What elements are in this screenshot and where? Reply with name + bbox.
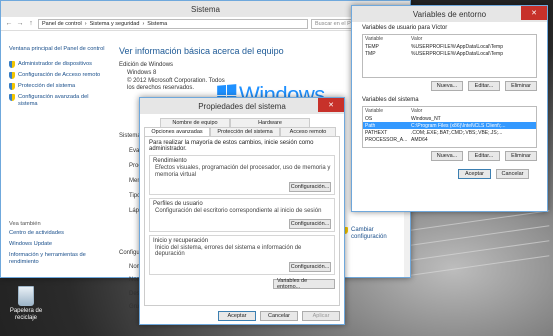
system-title: Sistema bbox=[191, 4, 220, 14]
env-vars-button[interactable]: Variables de entorno... bbox=[273, 278, 335, 290]
admin-note: Para realizar la mayoría de estos cambio… bbox=[149, 140, 314, 152]
system-delete-button[interactable]: Eliminar bbox=[505, 151, 537, 161]
user-profiles-group: Perfiles de usuario Configuración del es… bbox=[149, 198, 335, 232]
props-title: Propiedades del sistema bbox=[198, 101, 286, 111]
tab-hardware[interactable]: Hardware bbox=[230, 118, 310, 127]
see-also-label: Vea también bbox=[9, 221, 41, 227]
see-also-links: Centro de actividades Windows Update Inf… bbox=[9, 230, 111, 270]
system-edit-button[interactable]: Editar... bbox=[468, 151, 500, 161]
breadcrumb-item[interactable]: Sistema bbox=[147, 21, 167, 27]
env-titlebar: Variables de entorno ✕ bbox=[352, 6, 547, 22]
system-vars-table: Variable Valor OS Windows_NT Path C:\Progra… bbox=[362, 106, 537, 148]
change-settings-link[interactable]: Cambiar configuración bbox=[342, 227, 391, 241]
system-properties-dialog: Propiedades del sistema ✕ Nombre de equi… bbox=[139, 97, 345, 325]
env-cancel-button[interactable]: Cancelar bbox=[496, 169, 529, 179]
wallpaper-strings bbox=[410, 210, 550, 330]
system-titlebar: Sistema bbox=[1, 1, 410, 17]
table-row-selected[interactable]: Path C:\Program Files (x86)\Intel\iCLS Cl… bbox=[363, 122, 536, 129]
breadcrumb-item[interactable]: Panel de control bbox=[42, 21, 82, 27]
recycle-bin[interactable]: Papelera de reciclaje bbox=[6, 286, 46, 322]
tab-advanced[interactable]: Opciones avanzadas bbox=[144, 127, 210, 136]
table-row[interactable]: PROCESSOR_A... AMD64 bbox=[363, 136, 536, 143]
sidebar-item-protection[interactable]: Protección del sistema bbox=[9, 83, 105, 90]
action-center-link[interactable]: Centro de actividades bbox=[9, 230, 111, 237]
table-row[interactable]: TMP %USERPROFILE%\AppData\Local\Temp bbox=[363, 50, 536, 57]
system-vars-label: Variables del sistema bbox=[362, 97, 419, 103]
user-edit-button[interactable]: Editar... bbox=[468, 81, 500, 91]
shield-icon bbox=[9, 83, 15, 90]
env-ok-button[interactable]: Aceptar bbox=[458, 169, 491, 179]
user-delete-button[interactable]: Eliminar bbox=[505, 81, 537, 91]
sidebar: Ventana principal del Panel de control A… bbox=[1, 32, 111, 277]
shield-icon bbox=[9, 61, 15, 68]
props-titlebar: Propiedades del sistema ✕ bbox=[140, 98, 344, 114]
shield-icon bbox=[9, 72, 15, 79]
shield-icon bbox=[9, 94, 15, 101]
recycle-bin-label: Papelera de reciclaje bbox=[9, 308, 43, 321]
sidebar-item-advanced[interactable]: Configuración avanzada del sistema bbox=[9, 94, 105, 108]
forward-icon[interactable]: → bbox=[16, 20, 24, 27]
close-icon[interactable]: ✕ bbox=[318, 98, 344, 112]
advanced-tab-panel: Para realizar la mayoría de estos cambio… bbox=[144, 136, 340, 306]
startup-recovery-group: Inicio y recuperación Inicio del sistema… bbox=[149, 234, 335, 275]
tab-protection[interactable]: Protección del sistema bbox=[210, 127, 280, 136]
tab-remote[interactable]: Acceso remoto bbox=[280, 127, 336, 136]
up-icon[interactable]: ↑ bbox=[27, 20, 35, 27]
table-row[interactable]: TEMP %USERPROFILE%\AppData\Local\Temp bbox=[363, 43, 536, 50]
tab-computer-name[interactable]: Nombre de equipo bbox=[160, 118, 230, 127]
profiles-settings-button[interactable]: Configuración... bbox=[289, 218, 331, 229]
sidebar-item-device-manager[interactable]: Administrador de dispositivos bbox=[9, 61, 105, 68]
performance-group: Rendimiento Efectos visuales, programaci… bbox=[149, 155, 335, 195]
windows-update-link[interactable]: Windows Update bbox=[9, 241, 111, 248]
close-icon[interactable]: ✕ bbox=[521, 6, 547, 20]
props-ok-button[interactable]: Aceptar bbox=[218, 311, 256, 321]
user-new-button[interactable]: Nueva... bbox=[431, 81, 463, 91]
table-row[interactable]: PATHEXT .COM;.EXE;.BAT;.CMD;.VBS;.VBE;.JS… bbox=[363, 129, 536, 136]
performance-settings-button[interactable]: Configuración... bbox=[289, 182, 331, 192]
props-apply-button[interactable]: Aplicar bbox=[302, 311, 340, 321]
recycle-bin-icon bbox=[18, 286, 34, 306]
system-new-button[interactable]: Nueva... bbox=[431, 151, 463, 161]
sidebar-home-link[interactable]: Ventana principal del Panel de control bbox=[9, 46, 105, 53]
startup-settings-button[interactable]: Configuración... bbox=[289, 261, 331, 272]
env-vars-dialog: Variables de entorno ✕ Variables de usua… bbox=[351, 5, 548, 212]
user-vars-label: Variables de usuario para Víctor bbox=[362, 25, 448, 31]
user-vars-table: Variable Valor TEMP %USERPROFILE%\AppData\… bbox=[362, 34, 537, 78]
performance-link[interactable]: Información y herramientas de rendimient… bbox=[9, 252, 111, 266]
env-title: Variables de entorno bbox=[412, 9, 487, 19]
back-icon[interactable]: ← bbox=[5, 20, 13, 27]
sidebar-item-remote[interactable]: Configuración de Acceso remoto bbox=[9, 72, 105, 79]
props-cancel-button[interactable]: Cancelar bbox=[260, 311, 298, 321]
breadcrumb[interactable]: Panel de control › Sistema y seguridad › S… bbox=[38, 18, 308, 29]
address-bar: ← → ↑ Panel de control › Sistema y seguri… bbox=[1, 17, 410, 31]
breadcrumb-item[interactable]: Sistema y seguridad bbox=[90, 21, 140, 27]
table-row[interactable]: OS Windows_NT bbox=[363, 115, 536, 122]
